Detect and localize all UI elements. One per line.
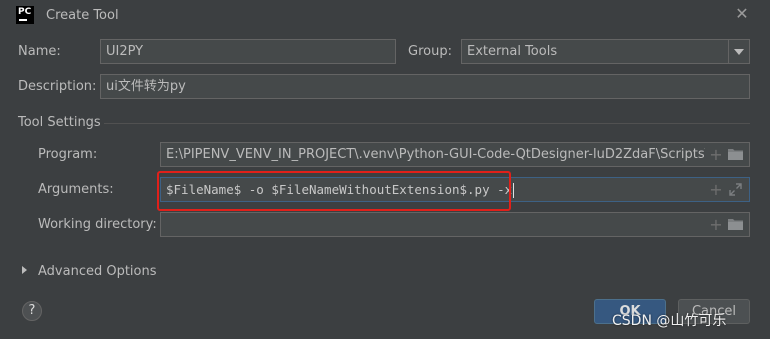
group-dropdown-value: External Tools [467,44,558,59]
plus-icon[interactable]: + [709,143,723,166]
plus-icon[interactable]: + [709,178,723,201]
program-label: Program: [38,147,98,162]
name-label: Name: [18,44,61,59]
plus-icon[interactable]: + [709,213,723,236]
help-button[interactable]: ? [22,301,42,321]
name-field[interactable]: UI2PY [100,39,396,64]
close-icon[interactable]: ✕ [734,6,750,22]
pycharm-icon: PC [16,6,34,24]
program-value: E:\PIPENV_VENV_IN_PROJECT\.venv\Python-G… [166,147,705,162]
watermark-text: CSDN @山竹可乐 [612,313,727,329]
text-caret [513,183,515,198]
section-divider [104,123,750,124]
group-dropdown[interactable]: External Tools [461,39,750,64]
description-label: Description: [18,79,97,94]
advanced-options-toggle[interactable]: Advanced Options [38,264,157,279]
dialog-title: Create Tool [46,8,119,23]
group-label: Group: [408,44,452,59]
chevron-down-icon[interactable] [728,40,749,63]
folder-icon[interactable] [728,218,743,230]
expand-icon[interactable] [729,183,742,196]
highlight-annotation-box [157,171,511,211]
program-field[interactable]: E:\PIPENV_VENV_IN_PROJECT\.venv\Python-G… [160,142,750,167]
triangle-right-icon[interactable] [22,266,27,274]
folder-icon[interactable] [728,148,743,160]
working-directory-field[interactable]: + [160,212,750,237]
title-bar: PC Create Tool ✕ [0,0,770,32]
working-directory-label: Working directory: [38,217,157,232]
arguments-label: Arguments: [38,182,114,197]
description-field[interactable]: ui文件转为py [100,74,750,99]
tool-settings-heading: Tool Settings [18,115,101,130]
